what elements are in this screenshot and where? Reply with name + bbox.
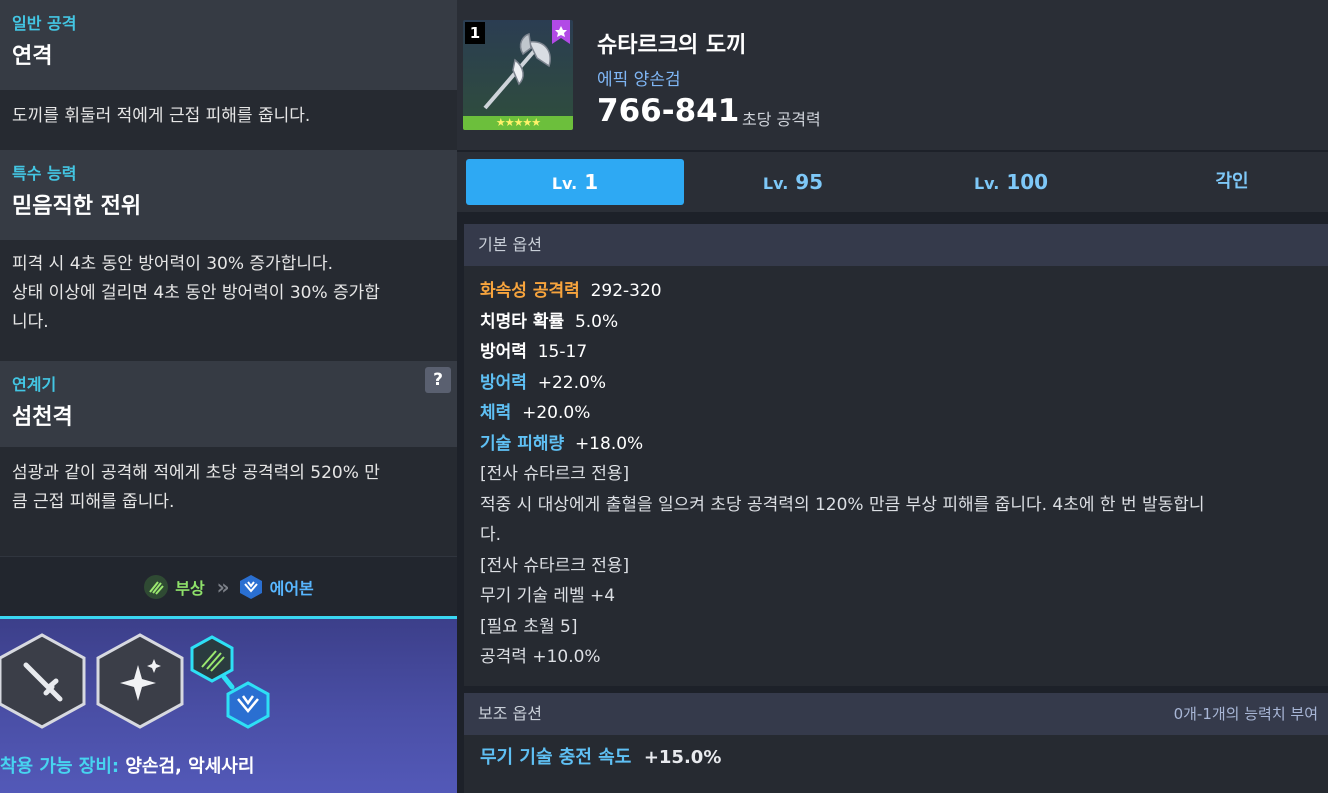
option-text: [전사 슈타르크 전용] <box>480 464 630 484</box>
option-line: 체력 +20.0% <box>480 403 591 423</box>
chain-skill-category: 연계기 <box>12 375 57 394</box>
skill-slots-area: 착용 가능 장비: 양손검, 악세사리 <box>0 616 457 793</box>
option-text: [필요 초월 5] <box>480 616 578 637</box>
chain-skill-desc-line: 섬광과 같이 공격해 적에게 초당 공격력의 520% 만 <box>12 463 380 483</box>
axe-item-icon: 1 ★★★★★ <box>463 20 573 130</box>
item-grade-type: 에픽 양손검 <box>597 70 681 90</box>
sub-options-note: 0개-1개의 능력치 부여 <box>1173 705 1318 723</box>
special-ability-desc-box: 피격 시 4초 동안 방어력이 30% 증가합니다. 상태 이상에 걸리면 4초… <box>0 240 457 361</box>
airborne-label: 에어본 <box>269 578 314 598</box>
bookmark-icon <box>552 20 570 44</box>
base-options-list: 화속성 공격력 292-320 치명타 확률 5.0% 방어력 15-17 방어… <box>464 266 1328 683</box>
special-ability-desc-line: 피격 시 4초 동안 방어력이 30% 증가합니다. <box>12 254 334 274</box>
normal-attack-category: 일반 공격 <box>12 14 77 33</box>
tab-lv-95[interactable]: Lv. 95 <box>684 159 902 205</box>
option-line: 방어력 +22.0% <box>480 372 606 393</box>
help-button[interactable]: ? <box>425 367 451 393</box>
equipable-gear-label: 착용 가능 장비: <box>0 756 120 777</box>
tab-lv-1[interactable]: Lv. 1 <box>466 159 684 205</box>
bleed-label: 부상 <box>175 578 205 598</box>
item-level-badge: 1 <box>465 22 485 44</box>
chain-skill-desc-box: 섬광과 같이 공격해 적에게 초당 공격력의 520% 만 큼 근접 피해를 줍… <box>0 447 457 556</box>
chain-skill-desc-line: 큼 근접 피해를 줍니다. <box>12 492 175 512</box>
item-detail-screen: 일반 공격 연격 도끼를 휘둘러 적에게 근접 피해를 줍니다. 특수 능력 믿… <box>0 0 1328 793</box>
normal-attack-header: 일반 공격 연격 <box>0 0 457 90</box>
special-ability-title: 믿음직한 전위 <box>12 194 142 219</box>
bleed-condition: 부상 <box>143 574 205 600</box>
sub-options-box: 보조 옵션 0개-1개의 능력치 부여 무기 기술 충전 속도 +15.0% <box>464 693 1328 793</box>
airborne-icon <box>238 574 264 600</box>
skill-info-panel: 일반 공격 연격 도끼를 휘둘러 적에게 근접 피해를 줍니다. 특수 능력 믿… <box>0 0 457 793</box>
sub-option-line: 무기 기술 충전 속도 +15.0% <box>480 747 722 768</box>
star-rating: ★★★★★ <box>463 116 573 130</box>
sub-options-header: 보조 옵션 0개-1개의 능력치 부여 <box>464 693 1328 735</box>
equipable-gear-value: 양손검, 악세사리 <box>125 756 255 777</box>
item-info-panel: 1 ★★★★★ 슈타르크의 도끼 에픽 양손검 766-841 초당 공격력 L… <box>457 0 1328 793</box>
sword-skill-slot[interactable] <box>0 631 90 731</box>
sub-options-title: 보조 옵션 <box>478 704 542 723</box>
option-line: 치명타 확률 5.0% <box>480 311 619 332</box>
level-tabs: Lv. 1 Lv. 95 Lv. 100 각인 <box>457 152 1328 212</box>
bleed-icon <box>143 574 169 600</box>
equipable-gear-text: 착용 가능 장비: 양손검, 악세사리 <box>0 752 254 778</box>
chain-link-slot <box>190 635 270 729</box>
option-text: 공격력 +10.0% <box>480 647 601 667</box>
sparkle-skill-slot[interactable] <box>92 631 188 731</box>
normal-attack-desc-box: 도끼를 휘둘러 적에게 근접 피해를 줍니다. <box>0 90 457 150</box>
item-name: 슈타르크의 도끼 <box>597 33 747 58</box>
tab-engrave[interactable]: 각인 <box>1123 159 1328 205</box>
item-attack-label: 초당 공격력 <box>742 110 821 129</box>
option-text: 다. <box>480 525 502 545</box>
option-line: 화속성 공격력 292-320 <box>480 281 662 301</box>
double-chevron-right-icon: » <box>216 574 230 599</box>
normal-attack-desc: 도끼를 휘둘러 적에게 근접 피해를 줍니다. <box>12 106 311 126</box>
option-text: 적중 시 대상에게 출혈을 일으켜 초당 공격력의 120% 만큼 부상 피해를… <box>480 494 1205 515</box>
chain-skill-header: 연계기 섬천격 ? <box>0 361 457 447</box>
chain-condition-row: 부상 » 에어본 <box>0 556 457 616</box>
special-ability-desc-line: 니다. <box>12 312 49 332</box>
normal-attack-title: 연격 <box>12 44 53 69</box>
base-options-header: 기본 옵션 <box>464 224 1328 266</box>
special-ability-desc-line: 상태 이상에 걸리면 4초 동안 방어력이 30% 증가합 <box>12 283 380 303</box>
base-options-box: 기본 옵션 화속성 공격력 292-320 치명타 확률 5.0% 방어력 15… <box>464 224 1328 686</box>
special-ability-header: 특수 능력 믿음직한 전위 <box>0 150 457 240</box>
item-attack-value: 766-841 <box>597 93 740 129</box>
airborne-condition: 에어본 <box>238 574 314 600</box>
tab-lv-100[interactable]: Lv. 100 <box>902 159 1120 205</box>
special-ability-category: 특수 능력 <box>12 164 77 183</box>
option-line: 방어력 15-17 <box>480 342 588 362</box>
option-text: [전사 슈타르크 전용] <box>480 555 630 576</box>
option-text: 무기 기술 레벨 +4 <box>480 586 616 606</box>
option-line: 기술 피해량 +18.0% <box>480 433 644 454</box>
chain-skill-title: 섬천격 <box>12 405 73 430</box>
item-header: 1 ★★★★★ 슈타르크의 도끼 에픽 양손검 766-841 초당 공격력 <box>457 0 1328 150</box>
